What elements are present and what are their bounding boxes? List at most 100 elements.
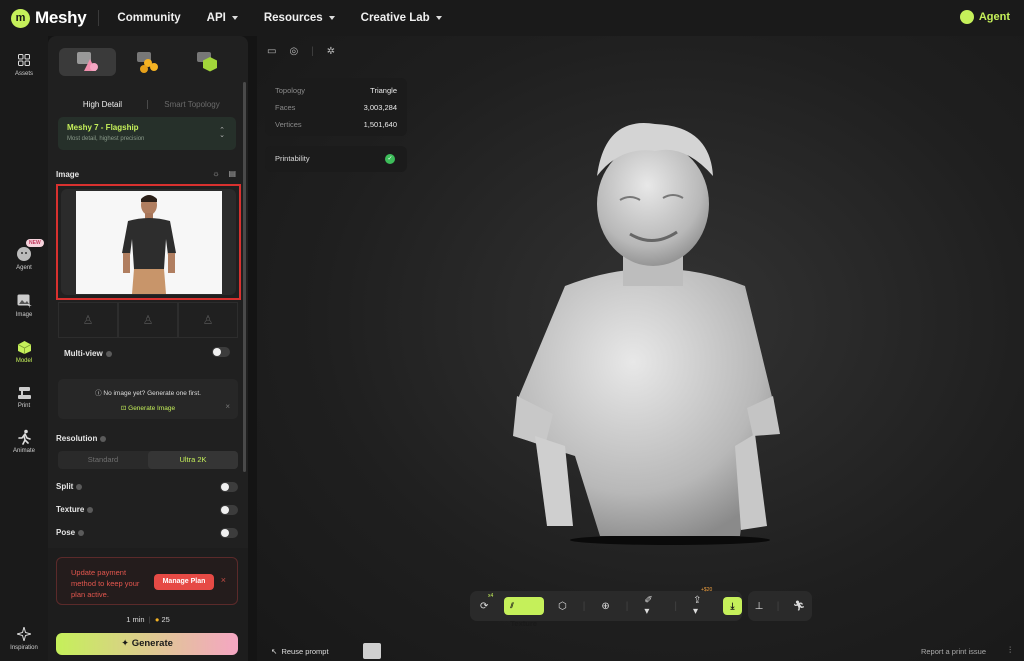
divider: | [625,600,629,612]
grid-icon [16,52,32,68]
close-icon[interactable]: × [221,575,226,585]
tab-smart-topology[interactable]: Smart Topology [148,100,236,109]
nav-resources[interactable]: Resources [264,12,335,24]
image-section-label: Image [56,170,80,179]
printability-label: Printability [275,154,310,163]
info-icon [76,483,83,490]
rail-label: Print [17,403,31,409]
transform-icon[interactable]: ⊕ [601,601,609,612]
rail-label: Assets [14,71,33,77]
info-icon [78,529,85,536]
generate-button[interactable]: ✦ Generate [56,633,238,655]
texture-button[interactable]: ⫽ Texture [504,597,545,628]
info-icon [105,350,112,357]
rail-item-model[interactable]: Model [0,339,48,364]
brand-logo[interactable]: m Meshy [11,8,87,28]
share-icon[interactable]: ⇪ ▾ +$20 [693,587,712,617]
download-button[interactable]: ⤓ [723,597,743,615]
image-preview-frame [61,189,236,295]
nav-community[interactable]: Community [117,12,180,24]
printability-card[interactable]: Printability ✓ [265,146,407,172]
rail-item-print[interactable]: Print [0,384,48,409]
multiview-toggle[interactable] [212,347,230,357]
divider: | [674,600,677,612]
tile-text-to-3d[interactable] [179,48,236,76]
res-standard[interactable]: Standard [58,451,148,469]
globe-icon[interactable]: ◎ [289,46,298,57]
texture-toggle[interactable] [220,505,238,515]
no-image-card: ⓘ No image yet? Generate one first. ⊡ Ge… [58,379,238,419]
archive-icon[interactable]: ▤ [228,169,236,178]
divider: | [776,600,780,612]
view-slot-back[interactable]: ♙ [178,302,238,338]
model-selector[interactable]: Meshy 7 - Flagship Most detail, highest … [58,117,236,150]
rail-item-image[interactable]: + Image [0,293,48,318]
export-cost: +$20 [701,587,713,593]
generate-label: Generate [131,638,173,649]
light-icon[interactable]: ✲ [327,46,335,57]
res-ultra-2k[interactable]: Ultra 2K [148,451,238,469]
report-print-issue-link[interactable]: Report a print issue [921,647,986,656]
agent-button[interactable]: Agent [959,10,1010,24]
running-figure-icon[interactable]: 🏃︎ [793,601,806,612]
view-slot-side[interactable]: ♙ [118,302,178,338]
monitor-icon[interactable]: ▭ [267,46,276,57]
lightbulb-icon[interactable]: ☼ [212,169,219,178]
generate-area: Update payment method to keep your plan … [48,548,248,661]
3d-model-render [513,123,780,545]
rail-item-assets[interactable]: Assets [0,52,48,77]
info-icon [100,435,107,442]
tile-image-to-3d[interactable] [59,48,116,76]
sparkle-icon [16,626,32,642]
agent-label: Agent [978,11,1010,23]
3d-viewport[interactable]: ▭ ◎ | ✲ Topology Triangle Faces 3,003,284 … [257,36,1024,661]
paint-icon[interactable]: ✐ ▾ [644,595,658,617]
source-thumbnail[interactable] [363,643,381,659]
nav-api[interactable]: API [207,12,238,24]
rail-item-inspiration[interactable]: Inspiration [0,626,48,651]
svg-text:+: + [28,304,32,308]
payment-message: Update payment method to keep your plan … [71,568,140,599]
chevron-updown-icon: ⌃ ⌄ [219,127,225,139]
retry-icon[interactable]: ⟳ x4 [480,593,493,612]
texture-label: Texture [56,505,94,514]
print-icon[interactable]: ⊥ [755,601,764,612]
generate-image-link[interactable]: ⊡ Generate Image [58,404,238,412]
reuse-prompt-button[interactable]: ↖ Reuse prompt [271,647,329,656]
cube-icon [196,52,217,72]
running-figure-icon [16,429,32,445]
figure-icon: ♙ [82,313,94,327]
close-icon[interactable]: × [225,402,230,411]
rail-label: Image [15,312,33,318]
stat-faces: Faces 3,003,284 [275,103,397,112]
rail-item-agent[interactable]: NEW Agent [0,239,48,271]
sparkle-icon: ✦ [121,638,130,649]
image-upload-area[interactable] [56,184,241,300]
nav-label: Resources [263,12,323,24]
tab-high-detail[interactable]: High Detail [58,100,147,109]
pose-toggle[interactable] [220,528,238,538]
divider [98,10,100,26]
panel-scrollbar[interactable] [243,82,246,472]
split-toggle[interactable] [220,482,238,492]
rail-label: Agent [16,265,32,271]
nav-label: API [206,12,226,24]
agent-face-icon [16,246,32,262]
printer-icon [16,384,32,400]
rail-item-animate[interactable]: Animate [0,429,48,454]
figure-icon: ♙ [202,313,214,327]
more-vertical-icon[interactable]: ⋮ [1007,645,1015,654]
manage-plan-button[interactable]: Manage Plan [154,574,214,590]
retry-count: x4 [488,592,494,599]
check-icon: ✓ [385,154,395,164]
tile-multi[interactable] [119,48,176,76]
nav-label: Community [117,12,181,24]
texture-label: Texture [510,619,537,628]
viewport-footer: ↖ Reuse prompt Report a print issue ⋮ [257,641,1024,661]
mesh-icon[interactable]: ⬡ [558,601,567,612]
info-icon [87,506,94,513]
view-slot-front[interactable]: ♙ [58,302,118,338]
nav-creative-lab[interactable]: Creative Lab [361,12,442,24]
brand-name: Meshy [35,8,87,27]
rail-label: Inspiration [10,645,38,651]
